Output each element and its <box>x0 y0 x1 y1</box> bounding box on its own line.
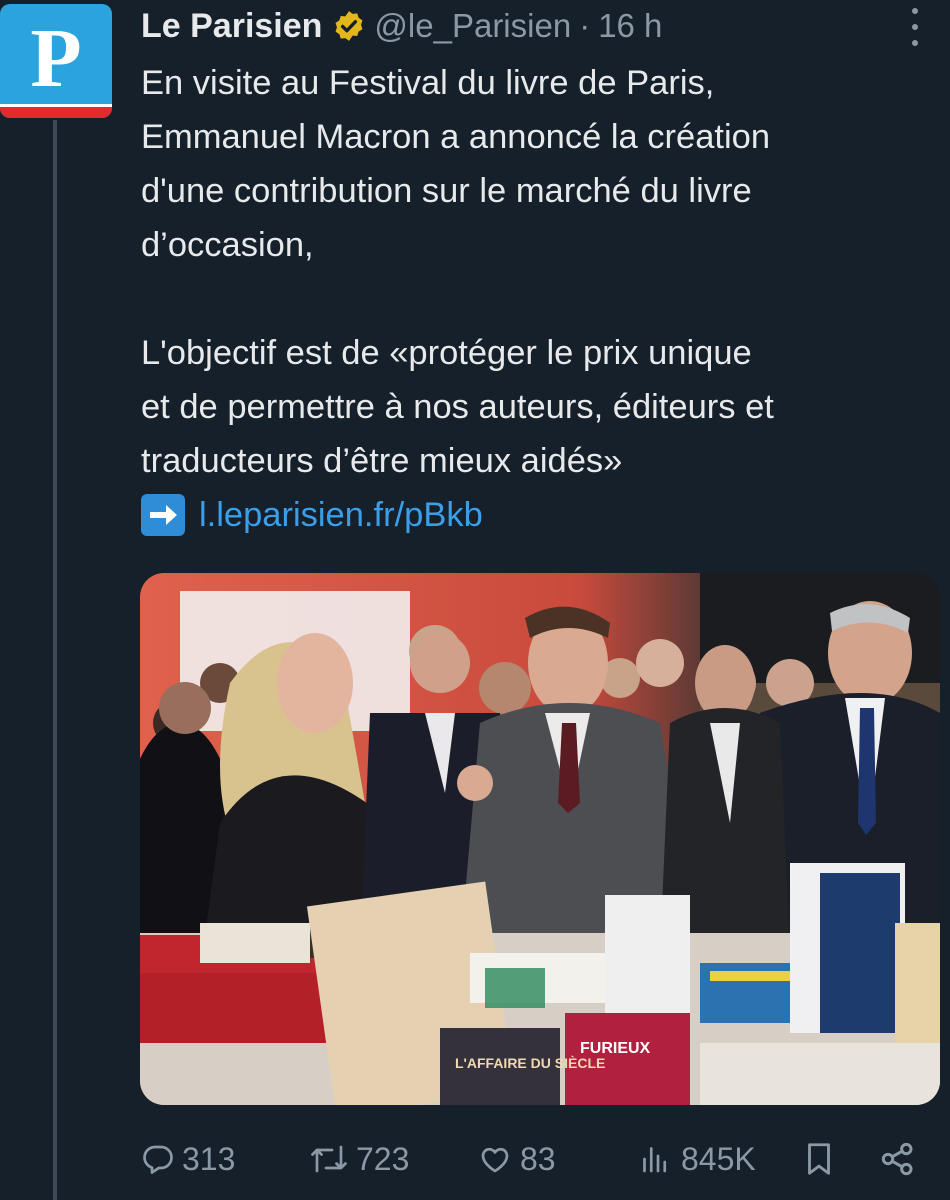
views-count: 845K <box>681 1140 756 1177</box>
author-handle[interactable]: @le_Parisien <box>374 7 571 45</box>
bookmark-icon <box>808 1143 830 1175</box>
like-button[interactable]: 83 <box>476 1134 556 1184</box>
avatar-stripe <box>0 104 112 118</box>
book-title: FURIEUX <box>580 1040 651 1057</box>
more-icon[interactable] <box>906 8 924 46</box>
tweet-text-line: traducteurs d’être mieux aidés» <box>141 442 623 480</box>
tweet-text-line: Emmanuel Macron a annoncé la création <box>141 118 771 156</box>
bookmark-button[interactable] <box>800 1134 844 1184</box>
tweet-header: Le Parisien @le_Parisien · 16 h <box>141 4 662 48</box>
tweet-photo[interactable]: L'AFFAIRE DU SIÈCLE FURIEUX <box>140 573 940 1105</box>
action-bar: 313 723 83 845K <box>140 1134 940 1184</box>
book-title: L'AFFAIRE DU SIÈCLE <box>455 1055 605 1071</box>
reply-icon <box>143 1145 173 1174</box>
share-icon <box>881 1142 913 1176</box>
tweet-text-line: d'une contribution sur le marché du livr… <box>141 172 752 210</box>
views-icon <box>643 1147 667 1173</box>
author-name[interactable]: Le Parisien <box>141 7 322 46</box>
tweet-text-line: d’occasion, <box>141 226 314 264</box>
reply-count: 313 <box>182 1140 236 1177</box>
right-arrow-emoji-icon <box>141 494 185 536</box>
timestamp[interactable]: 16 h <box>598 7 662 45</box>
share-button[interactable] <box>878 1134 924 1184</box>
tweet-text: En visite au Festival du livre de Paris,… <box>141 56 941 542</box>
thread-line <box>53 120 57 1200</box>
avatar-letter: P <box>30 12 82 105</box>
like-count: 83 <box>520 1140 556 1177</box>
repost-icon <box>311 1145 347 1173</box>
tweet-text-line: L'objectif est de «protéger le prix uniq… <box>141 334 752 372</box>
repost-count: 723 <box>356 1140 410 1177</box>
views-button[interactable]: 845K <box>635 1134 756 1184</box>
tweet-text-line: et de permettre à nos auteurs, éditeurs … <box>141 388 774 426</box>
like-icon <box>481 1147 509 1173</box>
tweet-text-line: En visite au Festival du livre de Paris, <box>141 64 715 102</box>
reply-button[interactable]: 313 <box>140 1134 235 1184</box>
link-row: l.leparisien.fr/pBkb <box>141 488 941 542</box>
repost-button[interactable]: 723 <box>308 1134 409 1184</box>
photo-illustration: L'AFFAIRE DU SIÈCLE FURIEUX <box>140 573 940 1105</box>
avatar[interactable]: P <box>0 4 112 118</box>
separator-dot: · <box>579 7 591 44</box>
article-link[interactable]: l.leparisien.fr/pBkb <box>199 488 483 542</box>
verified-badge-icon <box>335 11 363 41</box>
